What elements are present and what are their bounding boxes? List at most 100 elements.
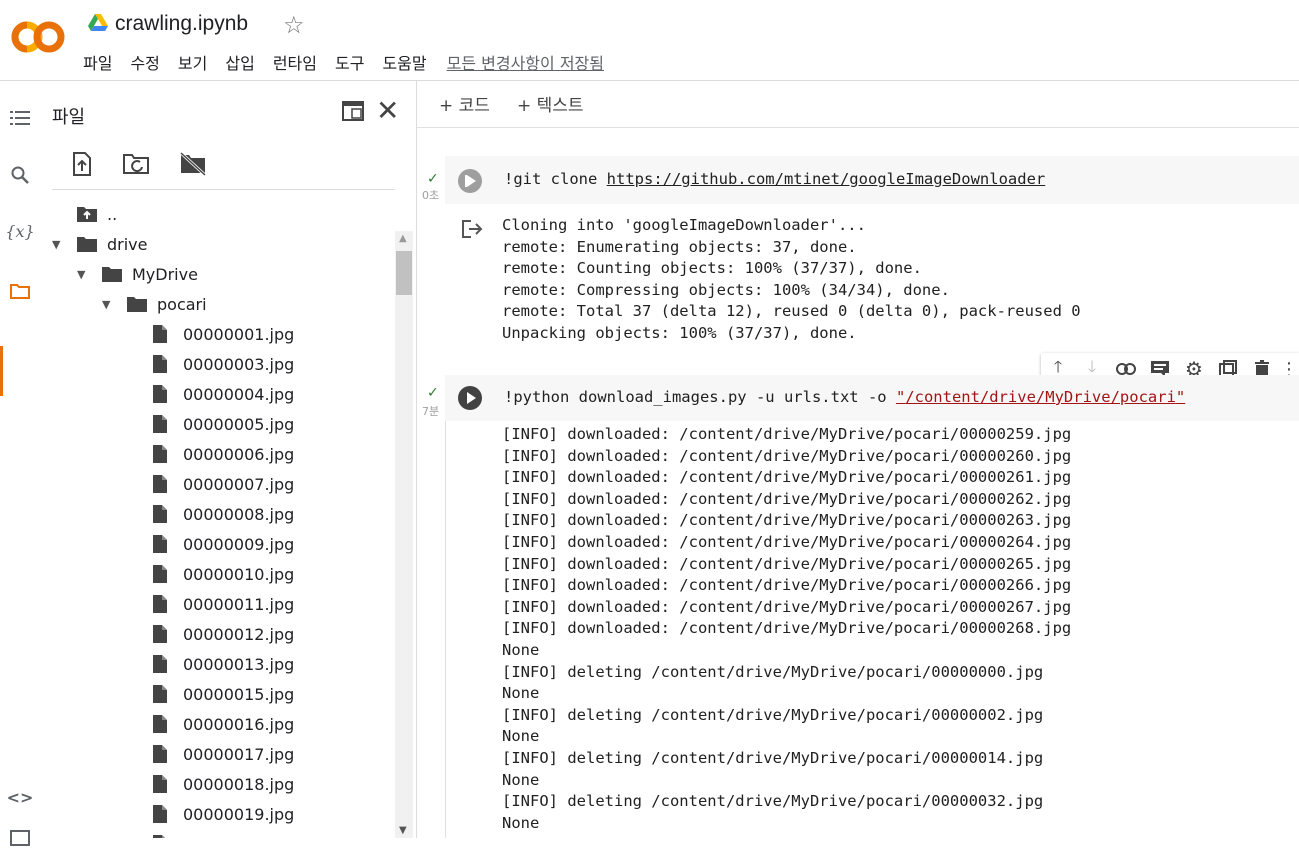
upload-icon[interactable]	[68, 151, 96, 177]
active-indicator	[0, 346, 3, 396]
tree-file[interactable]: 00000016.jpg	[152, 709, 294, 739]
tree-file[interactable]: 00000019.jpg	[152, 799, 294, 829]
add-text-button[interactable]: + 텍스트	[517, 91, 584, 116]
tree-item-label: 00000015.jpg	[183, 684, 295, 704]
variables-icon[interactable]: {x}	[5, 220, 34, 242]
output-line: [INFO] downloaded: /content/drive/MyDriv…	[502, 619, 1072, 638]
scroll-up-icon[interactable]: ▲	[399, 233, 407, 244]
notebook-title[interactable]: crawling.ipynb	[115, 12, 248, 36]
tree-item-label: 00000004.jpg	[183, 384, 295, 404]
toc-icon[interactable]	[9, 107, 31, 129]
search-icon[interactable]	[9, 164, 31, 186]
file-icon	[152, 804, 174, 824]
output-line: remote: Enumerating objects: 37, done.	[502, 237, 857, 256]
output-line: [INFO] downloaded: /content/drive/MyDriv…	[502, 597, 1072, 616]
files-panel-title: 파일	[52, 107, 86, 128]
add-code-button[interactable]: + 코드	[439, 91, 490, 116]
file-icon	[152, 564, 174, 584]
tree-file[interactable]: 00000020.jpg	[152, 829, 294, 838]
files-panel: 파일 ✕ .. ▼ drive ▼ MyDrive ▼ pocari 00000001.jp…	[40, 81, 417, 838]
tree-item-label: 00000017.jpg	[183, 744, 295, 764]
tree-item-label: 00000001.jpg	[183, 324, 295, 344]
output-redirect-icon[interactable]	[461, 219, 483, 243]
tree-file[interactable]: 00000001.jpg	[152, 319, 294, 349]
tree-item-label: drive	[107, 234, 148, 254]
tree-file[interactable]: 00000008.jpg	[152, 499, 294, 529]
open-in-tab-icon[interactable]	[342, 101, 364, 121]
notebook-area: + 코드 + 텍스트 ✓ 0초 !git clone https://githu…	[417, 81, 1299, 838]
unmount-drive-icon[interactable]	[179, 151, 207, 177]
chevron-down-icon[interactable]: ▼	[102, 298, 114, 311]
tree-file[interactable]: 00000009.jpg	[152, 529, 294, 559]
menu-view[interactable]: 보기	[178, 50, 207, 74]
tree-file[interactable]: 00000005.jpg	[152, 409, 294, 439]
output-line: remote: Compressing objects: 100% (34/34…	[502, 280, 950, 299]
folder-icon	[76, 234, 98, 254]
code-cell-2[interactable]: !python download_images.py -u urls.txt -…	[445, 375, 1299, 421]
tree-item-label: 00000007.jpg	[183, 474, 295, 494]
chevron-down-icon[interactable]: ▼	[52, 238, 64, 251]
star-icon[interactable]: ☆	[283, 11, 305, 39]
menu-insert[interactable]: 삽입	[225, 50, 254, 74]
run-cell-icon[interactable]	[457, 385, 483, 411]
notebook-toolbar: + 코드 + 텍스트	[417, 81, 1299, 128]
tree-file[interactable]: 00000003.jpg	[152, 349, 294, 379]
repo-url-link[interactable]: https://github.com/mtinet/googleImageDow…	[607, 170, 1046, 188]
save-status[interactable]: 모든 변경사항이 저장됨	[447, 50, 604, 74]
terminal-icon[interactable]	[9, 827, 31, 849]
colab-logo[interactable]	[10, 18, 66, 56]
close-icon[interactable]: ✕	[376, 97, 399, 125]
folder-icon	[101, 264, 123, 284]
divider	[52, 189, 395, 190]
run-cell-icon[interactable]	[457, 168, 483, 194]
file-icon	[152, 654, 174, 674]
menu-file[interactable]: 파일	[83, 50, 112, 74]
tree-file[interactable]: 00000013.jpg	[152, 649, 294, 679]
left-rail: {x} <>	[0, 81, 40, 846]
scrollbar[interactable]: ▲ ▼	[395, 231, 413, 838]
folder-icon[interactable]	[9, 280, 31, 302]
parent-directory[interactable]: ..	[76, 199, 117, 229]
scroll-thumb[interactable]	[396, 251, 412, 295]
output-line: None	[502, 813, 540, 832]
output-line: Unpacking objects: 100% (37/37), done.	[502, 323, 857, 342]
tree-folder[interactable]: ▼ drive	[52, 229, 148, 259]
tree-item-label: 00000020.jpg	[183, 835, 294, 839]
tree-file[interactable]: 00000007.jpg	[152, 469, 294, 499]
tree-file[interactable]: 00000010.jpg	[152, 559, 294, 589]
tree-file[interactable]: 00000018.jpg	[152, 769, 294, 799]
menu-help[interactable]: 도움말	[382, 50, 426, 74]
folder-icon	[126, 294, 148, 314]
google-drive-icon[interactable]	[88, 14, 108, 32]
tree-file[interactable]: 00000015.jpg	[152, 679, 294, 709]
tree-folder[interactable]: ▼ MyDrive	[77, 259, 198, 289]
tree-file[interactable]: 00000011.jpg	[152, 589, 294, 619]
menu-tools[interactable]: 도구	[335, 50, 364, 74]
folder-up-icon	[76, 204, 98, 224]
code-cell-1[interactable]: !git clone https://github.com/mtinet/goo…	[445, 156, 1299, 204]
tree-file[interactable]: 00000004.jpg	[152, 379, 294, 409]
chevron-down-icon[interactable]: ▼	[77, 268, 89, 281]
tree-item-label: MyDrive	[132, 264, 198, 284]
menu-edit[interactable]: 수정	[130, 50, 159, 74]
tree-file[interactable]: 00000017.jpg	[152, 739, 294, 769]
tree-file[interactable]: 00000012.jpg	[152, 619, 294, 649]
refresh-icon[interactable]	[122, 151, 150, 177]
tree-item-label: 00000018.jpg	[183, 774, 295, 794]
scroll-down-icon[interactable]: ▼	[399, 825, 407, 836]
code-snippets-icon[interactable]: <>	[7, 786, 34, 808]
tree-item-label: 00000019.jpg	[183, 804, 295, 824]
output-line: [INFO] deleting /content/drive/MyDrive/p…	[502, 705, 1044, 724]
output-line: [INFO] downloaded: /content/drive/MyDriv…	[502, 554, 1072, 573]
output-line: None	[502, 727, 540, 746]
menu-runtime[interactable]: 런타임	[273, 50, 317, 74]
file-icon	[152, 714, 174, 734]
tree-file[interactable]: 00000006.jpg	[152, 439, 294, 469]
file-icon	[152, 444, 174, 464]
file-icon	[152, 834, 174, 838]
output-line: None	[502, 640, 540, 659]
tree-folder[interactable]: ▼ pocari	[102, 289, 207, 319]
file-icon	[152, 774, 174, 794]
tree-item-label: 00000016.jpg	[183, 714, 295, 734]
tree-item-label: pocari	[157, 294, 207, 314]
